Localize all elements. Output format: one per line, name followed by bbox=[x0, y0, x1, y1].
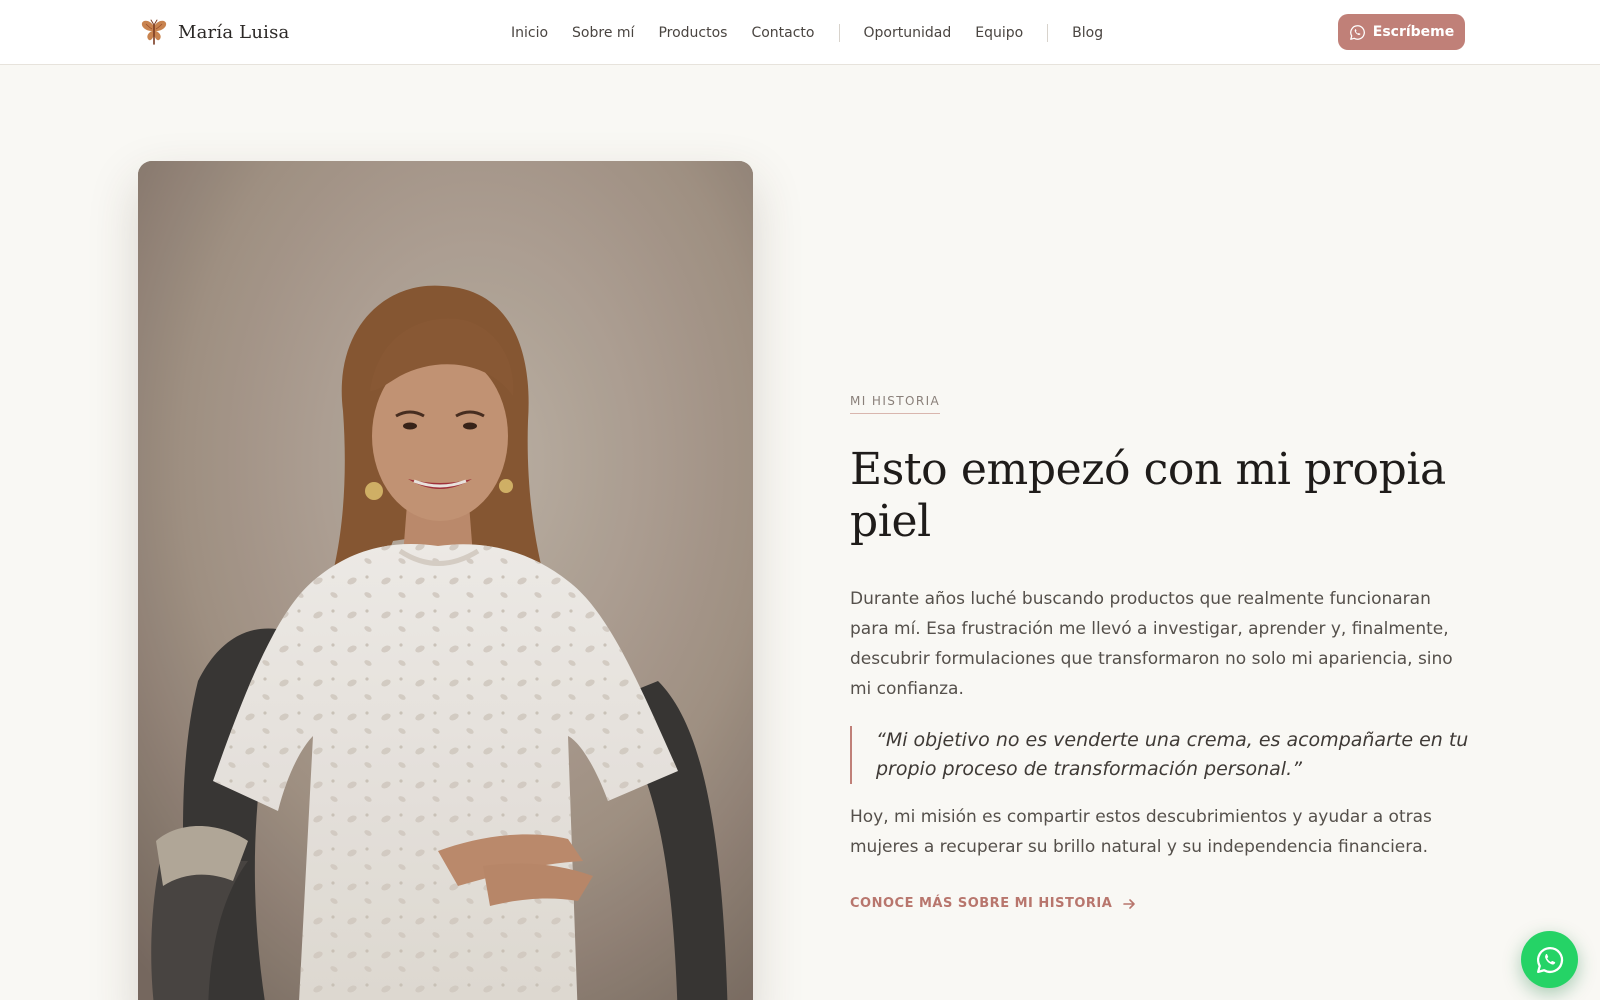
escribeme-label: Escríbeme bbox=[1372, 24, 1455, 40]
escribeme-button[interactable]: Escríbeme bbox=[1338, 14, 1465, 50]
story-section: MI HISTORIA Esto empezó con mi propia pi… bbox=[850, 390, 1470, 911]
site-header: María Luisa Inicio Sobre mí Productos Co… bbox=[0, 0, 1600, 65]
nav-sobre-mi[interactable]: Sobre mí bbox=[572, 25, 634, 41]
whatsapp-float-button[interactable] bbox=[1521, 931, 1578, 988]
arrow-right-icon bbox=[1123, 898, 1136, 909]
nav-oportunidad[interactable]: Oportunidad bbox=[864, 25, 952, 41]
nav-productos[interactable]: Productos bbox=[658, 25, 727, 41]
whatsapp-icon bbox=[1536, 946, 1563, 973]
main-nav: Inicio Sobre mí Productos Contacto Oport… bbox=[511, 20, 1103, 46]
conoce-mas-label: CONOCE MÁS SOBRE MI HISTORIA bbox=[850, 896, 1113, 911]
nav-divider bbox=[1047, 24, 1049, 42]
conoce-mas-link[interactable]: CONOCE MÁS SOBRE MI HISTORIA bbox=[850, 896, 1136, 911]
story-quote: “Mi objetivo no es venderte una crema, e… bbox=[850, 726, 1470, 784]
nav-inicio[interactable]: Inicio bbox=[511, 25, 548, 41]
butterfly-logo-icon bbox=[141, 19, 167, 45]
whatsapp-icon bbox=[1349, 24, 1365, 40]
story-headline: Esto empezó con mi propia piel bbox=[850, 444, 1446, 547]
story-paragraph-1: Durante años luché buscando productos qu… bbox=[850, 589, 1453, 699]
portrait-photo bbox=[138, 161, 753, 1000]
nav-contacto[interactable]: Contacto bbox=[751, 25, 814, 41]
brand-name: María Luisa bbox=[178, 21, 290, 43]
brand-home-link[interactable]: María Luisa bbox=[140, 16, 289, 48]
nav-divider bbox=[838, 24, 840, 42]
nav-blog[interactable]: Blog bbox=[1072, 25, 1103, 41]
nav-equipo[interactable]: Equipo bbox=[975, 25, 1023, 41]
portrait-illustration bbox=[138, 161, 753, 1000]
story-paragraph-2: Hoy, mi misión es compartir estos descub… bbox=[850, 807, 1432, 857]
section-eyebrow: MI HISTORIA bbox=[850, 394, 941, 414]
